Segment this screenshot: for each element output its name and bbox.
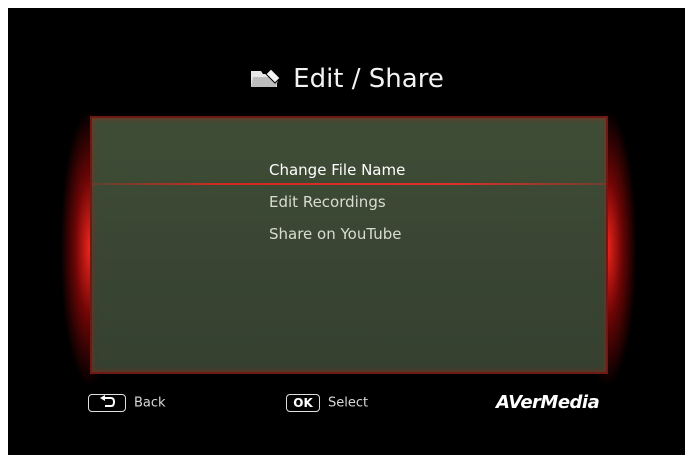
menu-panel: Change File Name Edit Recordings Share o… — [90, 116, 608, 374]
brand-logo: AVerMedia — [496, 392, 600, 413]
menu-item-label: Change File Name — [269, 161, 406, 179]
menu-item-share-on-youtube[interactable]: Share on YouTube — [92, 220, 606, 252]
ok-key: OK — [286, 394, 320, 412]
folder-edit-icon — [249, 66, 283, 97]
return-arrow-icon — [88, 394, 126, 412]
menu-item-label: Edit Recordings — [269, 193, 386, 211]
menu-item-label: Share on YouTube — [269, 225, 402, 243]
back-label: Back — [134, 395, 166, 411]
page-title-text: Edit / Share — [293, 64, 444, 94]
footer-bar: Back OK Select AVerMedia — [8, 388, 685, 418]
select-label: Select — [328, 395, 369, 411]
page-title: Edit / Share — [8, 64, 685, 97]
menu-list: Change File Name Edit Recordings Share o… — [92, 156, 606, 252]
menu-item-edit-recordings[interactable]: Edit Recordings — [92, 188, 606, 220]
back-hint[interactable]: Back — [88, 394, 166, 412]
tv-screen: Edit / Share Change File Name Edit Recor… — [8, 8, 685, 455]
select-hint[interactable]: OK Select — [286, 394, 368, 412]
menu-item-change-file-name[interactable]: Change File Name — [92, 156, 606, 188]
